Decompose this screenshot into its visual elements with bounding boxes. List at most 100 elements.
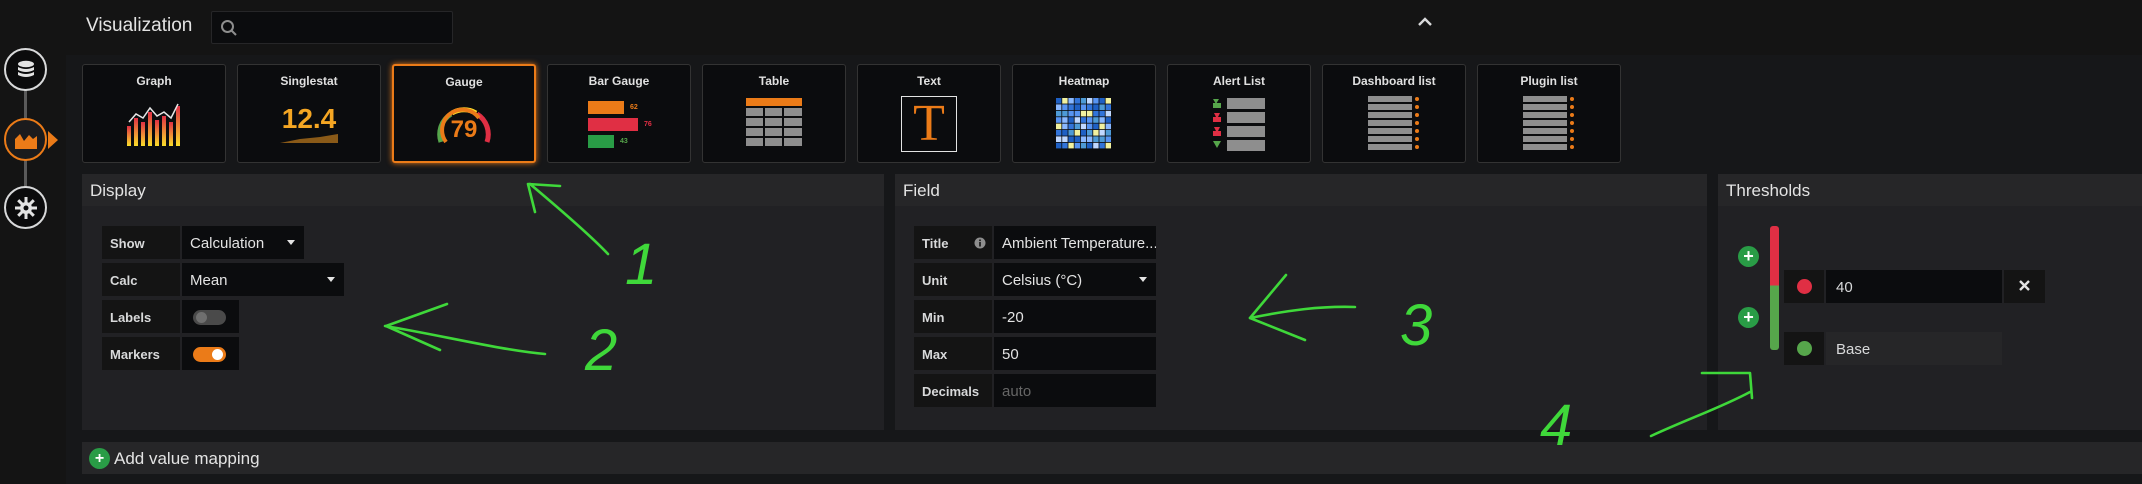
visualization-header: Visualization bbox=[66, 0, 2142, 55]
tile-label: Heatmap bbox=[1058, 74, 1110, 88]
heatmap-cell bbox=[1087, 98, 1093, 104]
decimals-field[interactable]: auto bbox=[994, 374, 1156, 407]
dashboard-list-icon bbox=[1368, 96, 1419, 150]
heatmap-cell bbox=[1099, 110, 1105, 117]
unit-label: Unit bbox=[914, 263, 992, 296]
info-icon[interactable] bbox=[974, 237, 986, 249]
heatmap-cell bbox=[1062, 110, 1068, 117]
tile-plugin-list[interactable]: Plugin list bbox=[1477, 64, 1621, 163]
queries-tab-button[interactable] bbox=[4, 48, 47, 91]
thresholds-panel: Thresholds + + 40 Base bbox=[1707, 174, 2142, 430]
heatmap-cell bbox=[1093, 110, 1099, 117]
remove-threshold-button[interactable] bbox=[2004, 270, 2045, 303]
tile-table[interactable]: Table bbox=[702, 64, 846, 163]
tile-gauge[interactable]: Gauge 79 bbox=[392, 64, 536, 163]
heatmap-cell bbox=[1080, 117, 1087, 123]
heatmap-cell bbox=[1062, 142, 1068, 149]
heatmap-cell bbox=[1099, 123, 1105, 130]
display-panel: Display Show Calculation Calc Mean Label… bbox=[82, 174, 884, 430]
sparkline-icon bbox=[280, 134, 338, 143]
add-value-mapping-button[interactable]: + Add value mapping bbox=[82, 442, 2142, 474]
decimals-row: Decimals auto bbox=[914, 374, 1156, 407]
tile-text[interactable]: Text T bbox=[857, 64, 1001, 163]
min-field[interactable]: -20 bbox=[994, 300, 1156, 333]
heatmap-cell bbox=[1099, 142, 1105, 149]
heatmap-cell bbox=[1087, 117, 1093, 123]
tile-label: Text bbox=[917, 74, 941, 88]
tile-label: Table bbox=[758, 74, 790, 88]
tile-heatmap[interactable]: Heatmap bbox=[1012, 64, 1156, 163]
field-panel-title: Field bbox=[895, 174, 1707, 206]
calc-select[interactable]: Mean bbox=[182, 263, 344, 296]
singlestat-sample-value: 12.4 bbox=[281, 103, 337, 134]
chevron-down-icon bbox=[287, 240, 295, 245]
heatmap-cell bbox=[1056, 130, 1062, 136]
threshold-color-picker[interactable] bbox=[1784, 270, 1824, 303]
heatmap-cell bbox=[1056, 136, 1062, 142]
markers-toggle[interactable] bbox=[182, 337, 239, 370]
bar-gauge-value: 43 bbox=[620, 137, 628, 145]
search-icon bbox=[221, 20, 237, 36]
min-row: Min -20 bbox=[914, 300, 1156, 333]
heatmap-cell bbox=[1080, 104, 1087, 110]
heatmap-icon bbox=[1056, 98, 1111, 149]
heatmap-cell bbox=[1093, 98, 1099, 104]
calc-row: Calc Mean bbox=[102, 263, 344, 296]
bar-gauge-bar bbox=[588, 117, 638, 131]
tile-singlestat[interactable]: Singlestat 12.4 bbox=[237, 64, 381, 163]
min-label: Min bbox=[914, 300, 992, 333]
bar-gauge-bar bbox=[588, 134, 614, 148]
title-field[interactable]: Ambient Temperature... bbox=[994, 226, 1156, 259]
heatmap-cell bbox=[1062, 98, 1068, 104]
bar-gauge-value: 62 bbox=[630, 103, 638, 111]
side-rail bbox=[0, 0, 66, 484]
heatmap-cell bbox=[1056, 142, 1062, 149]
heatmap-cell bbox=[1056, 98, 1062, 104]
tile-dashboard-list[interactable]: Dashboard list bbox=[1322, 64, 1466, 163]
heatmap-cell bbox=[1074, 104, 1080, 110]
visualization-search-input[interactable] bbox=[211, 11, 453, 44]
max-field[interactable]: 50 bbox=[994, 337, 1156, 370]
tile-label: Singlestat bbox=[280, 74, 338, 88]
show-select[interactable]: Calculation bbox=[182, 226, 304, 259]
add-threshold-button[interactable]: + bbox=[1738, 307, 1759, 328]
max-row: Max 50 bbox=[914, 337, 1156, 370]
heatmap-cell bbox=[1105, 104, 1111, 110]
tile-graph[interactable]: Graph bbox=[82, 64, 226, 163]
heatmap-cell bbox=[1093, 130, 1099, 136]
labels-row: Labels bbox=[102, 300, 239, 333]
general-tab-button[interactable] bbox=[4, 186, 47, 229]
text-icon: T bbox=[901, 96, 957, 152]
heatmap-cell bbox=[1074, 110, 1080, 117]
unit-row: Unit Celsius (°C) bbox=[914, 263, 1156, 296]
heatmap-cell bbox=[1068, 130, 1074, 136]
heatmap-cell bbox=[1099, 136, 1105, 142]
database-icon bbox=[17, 60, 34, 77]
tile-bar-gauge[interactable]: Bar Gauge 62 76 43 bbox=[547, 64, 691, 163]
unit-select[interactable]: Celsius (°C) bbox=[994, 263, 1156, 296]
title-label: Title bbox=[914, 226, 992, 259]
heatmap-cell bbox=[1068, 136, 1074, 142]
active-tab-pointer bbox=[48, 131, 58, 149]
labels-toggle[interactable] bbox=[182, 300, 239, 333]
markers-row: Markers bbox=[102, 337, 239, 370]
add-threshold-button[interactable]: + bbox=[1738, 246, 1759, 267]
visualization-tab-button[interactable] bbox=[4, 118, 47, 161]
threshold-value-field[interactable]: 40 bbox=[1826, 270, 2002, 303]
graph-icon bbox=[127, 103, 180, 146]
heatmap-cell bbox=[1056, 123, 1062, 130]
title-label-text: Title bbox=[922, 236, 949, 251]
collapse-icon[interactable] bbox=[1418, 17, 1432, 27]
threshold-row: 40 bbox=[1784, 270, 2045, 303]
heatmap-cell bbox=[1062, 117, 1068, 123]
panel-editor: Visualization Graph Singlestat 12.4 Gaug… bbox=[66, 0, 2142, 484]
heatmap-cell bbox=[1105, 117, 1111, 123]
heatmap-cell bbox=[1087, 130, 1093, 136]
heatmap-cell bbox=[1068, 98, 1074, 104]
text-sample-glyph: T bbox=[913, 95, 945, 152]
heatmap-cell bbox=[1080, 136, 1087, 142]
threshold-color-picker[interactable] bbox=[1784, 332, 1824, 365]
heatmap-cell bbox=[1105, 142, 1111, 149]
heatmap-cell bbox=[1062, 104, 1068, 110]
tile-alert-list[interactable]: Alert List bbox=[1167, 64, 1311, 163]
